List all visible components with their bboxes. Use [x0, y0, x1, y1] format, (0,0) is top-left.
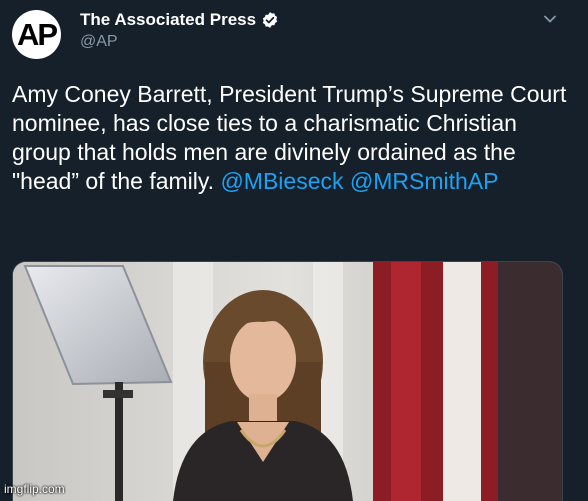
tweet-text: Amy Coney Barrett, President Trump’s Sup…	[12, 80, 572, 196]
watermark: imgflip.com	[4, 482, 65, 496]
verified-badge-icon	[262, 12, 278, 28]
tweet-media-photo[interactable]	[12, 261, 563, 501]
mention-link[interactable]: @MRSmithAP	[350, 168, 499, 194]
author-display-name[interactable]: The Associated Press	[80, 10, 256, 30]
chevron-down-icon[interactable]	[542, 12, 558, 26]
ap-logo: AP	[16, 16, 58, 52]
author-handle[interactable]: @AP	[80, 33, 118, 51]
photo-illustration	[13, 262, 562, 501]
author-name-row[interactable]: The Associated Press	[80, 10, 279, 30]
avatar[interactable]: AP	[12, 10, 61, 59]
mention-link[interactable]: @MBieseck	[220, 168, 343, 194]
tweet-card[interactable]: AP The Associated Press @AP Amy Coney Ba…	[0, 0, 588, 501]
